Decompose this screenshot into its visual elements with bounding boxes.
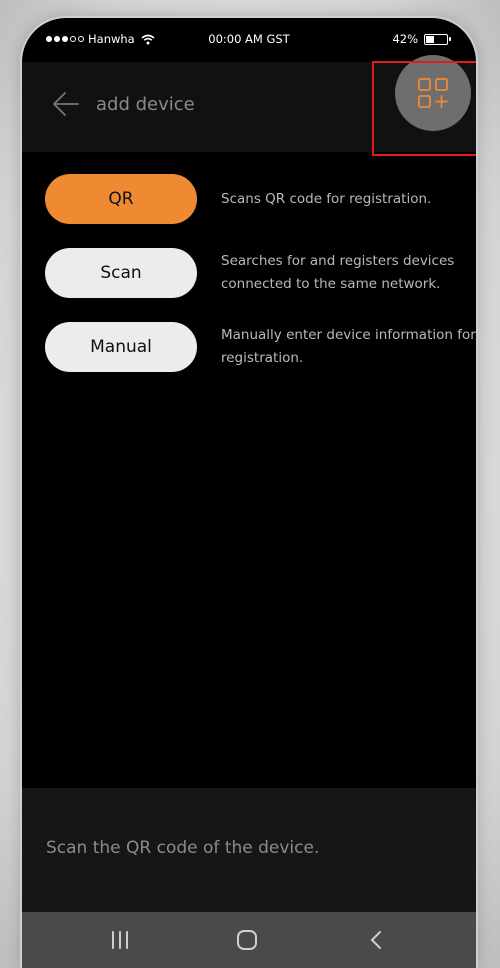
description-line: Scans QR code for registration. <box>221 191 432 207</box>
arrow-left-icon[interactable] <box>52 90 80 118</box>
page-title: add device <box>96 94 195 115</box>
phone-screen: Hanwha 00:00 AM GST 42% add device QR Sc… <box>22 18 476 968</box>
home-button[interactable] <box>227 924 267 956</box>
description-line: connected to the same network. <box>221 276 441 292</box>
device-frame: Hanwha 00:00 AM GST 42% add device QR Sc… <box>0 0 500 968</box>
home-icon <box>237 930 257 950</box>
description-line: Searches for and registers devices <box>221 253 455 269</box>
description-line: Manually enter device information for <box>221 327 476 343</box>
chevron-left-icon <box>370 931 381 949</box>
nav-back-button[interactable] <box>356 924 396 956</box>
system-nav-bar <box>22 912 476 968</box>
battery-percent: 42% <box>392 32 418 46</box>
hint-panel: Scan the QR code of the device. <box>22 788 476 912</box>
scan-button[interactable]: Scan <box>45 248 197 298</box>
add-by-qr-button[interactable] <box>395 55 471 131</box>
qr-button[interactable]: QR <box>45 174 197 224</box>
recents-icon <box>112 931 128 949</box>
manual-button[interactable]: Manual <box>45 322 197 372</box>
qr-add-icon <box>418 78 448 108</box>
manual-description: Manually enter device information for re… <box>221 324 476 370</box>
recents-button[interactable] <box>100 924 140 956</box>
status-right: 42% <box>392 32 451 46</box>
scan-description: Searches for and registers devices conne… <box>221 250 476 296</box>
battery-icon <box>424 33 451 45</box>
hint-text: Scan the QR code of the device. <box>46 838 320 858</box>
qr-description: Scans QR code for registration. <box>221 188 476 211</box>
status-bar: Hanwha 00:00 AM GST 42% <box>22 18 476 62</box>
description-line: registration. <box>221 350 304 366</box>
